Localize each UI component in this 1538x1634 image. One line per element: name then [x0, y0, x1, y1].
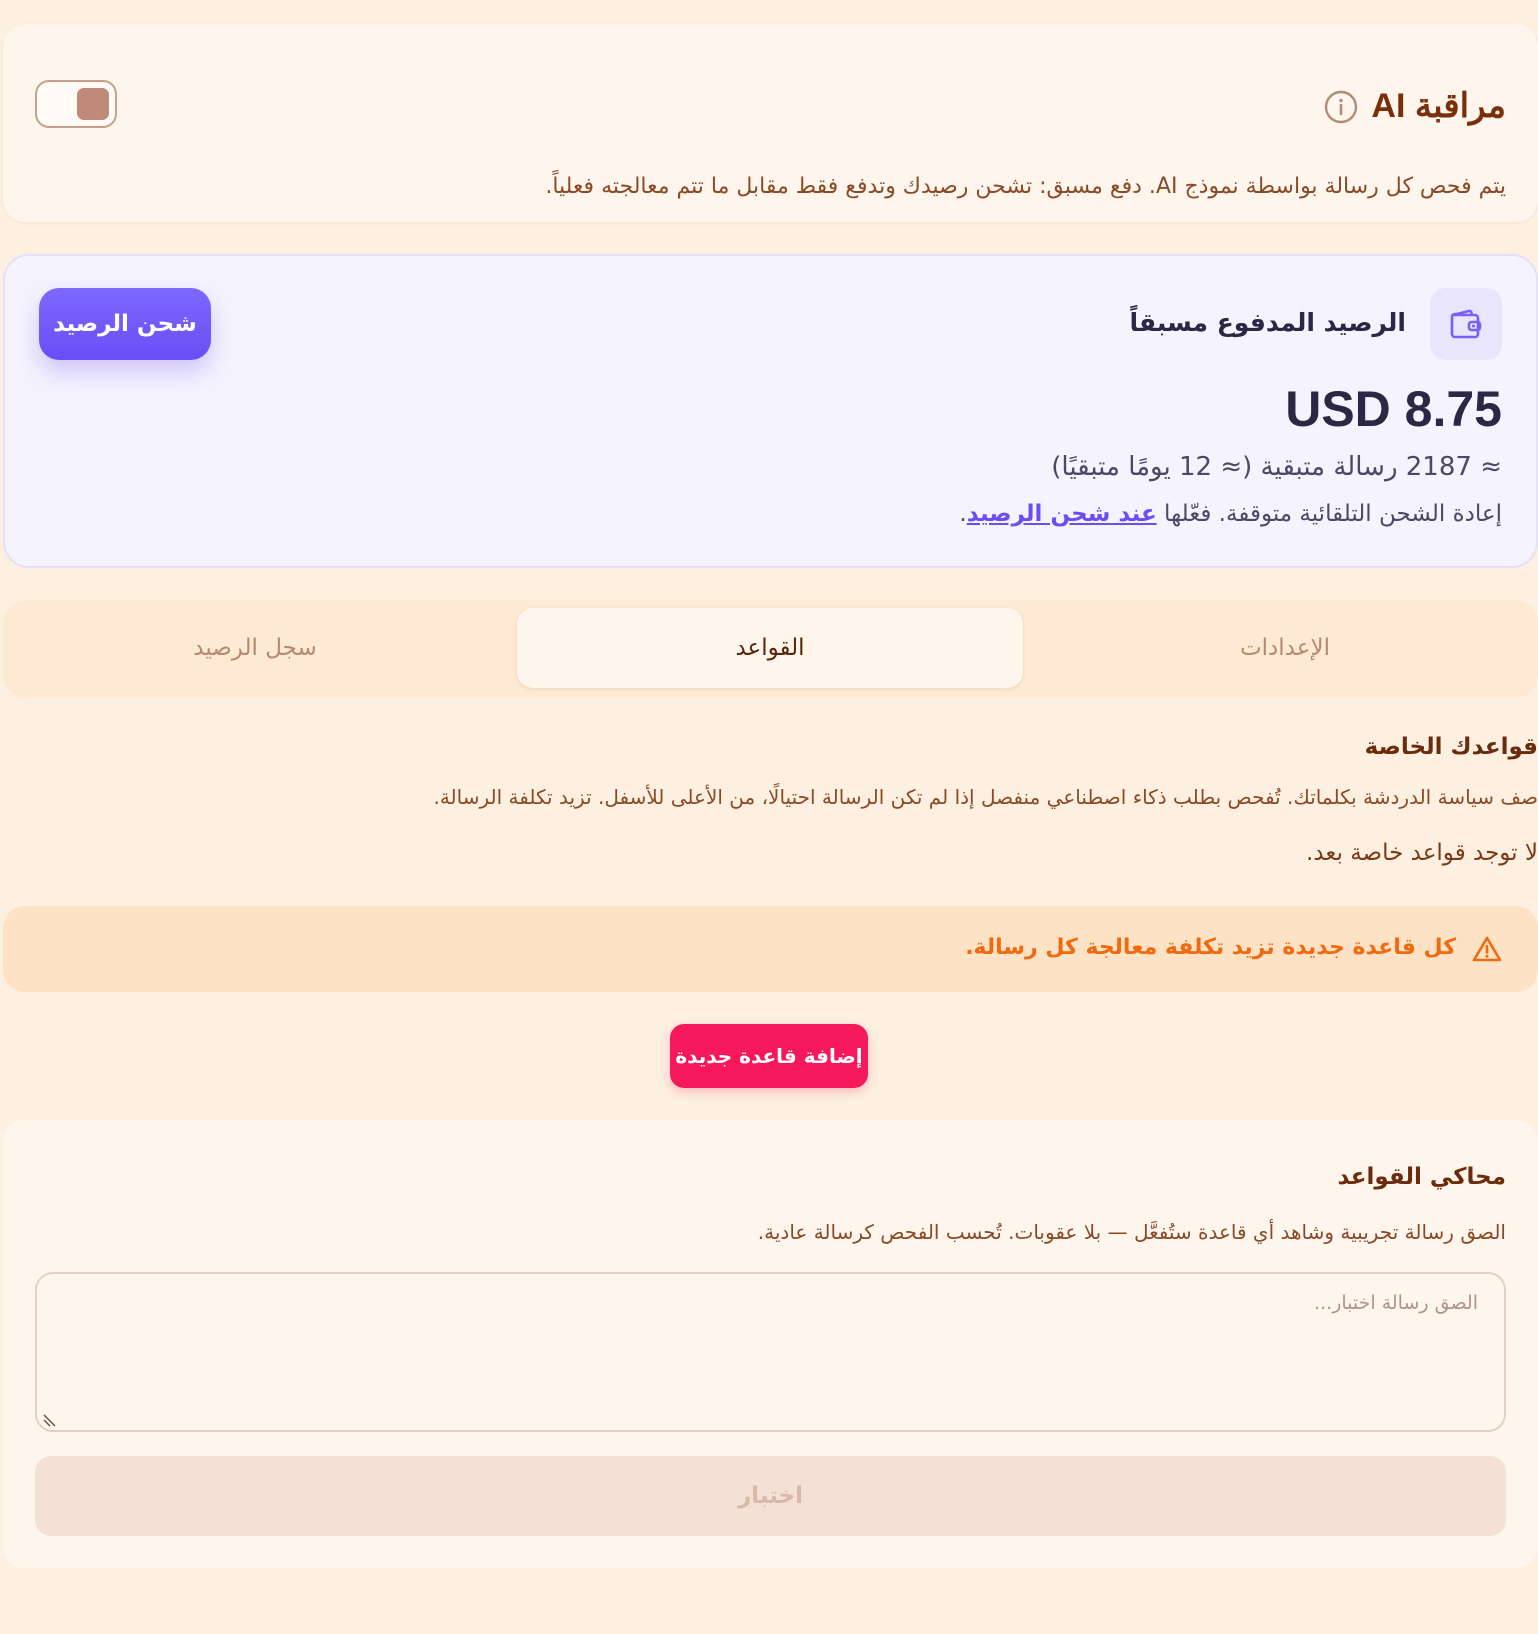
custom-rules-empty: لا توجد قواعد خاصة بعد. — [1306, 840, 1538, 866]
simulator-title: محاكي القواعد — [1337, 1164, 1506, 1190]
rules-simulator-card: محاكي القواعد الصق رسالة تجريبية وشاهد أ… — [3, 1120, 1538, 1568]
balance-remaining: ≈ 2187 رسالة متبقية (≈ 12 يومًا متبقيًا) — [1051, 452, 1502, 482]
ai-moderation-toggle[interactable] — [35, 80, 117, 128]
autotopup-text: إعادة الشحن التلقائية متوقفة. فعّلها — [1156, 501, 1502, 527]
toggle-knob — [77, 88, 109, 120]
page: مراقبة AI يتم فحص كل رسالة بواسطة نموذج … — [0, 0, 1538, 1634]
simulator-description: الصق رسالة تجريبية وشاهد أي قاعدة ستُفعَ… — [757, 1220, 1506, 1244]
wallet-icon — [1430, 288, 1502, 360]
tab-bar: الإعدادات القواعد سجل الرصيد — [3, 600, 1538, 698]
autotopup-link[interactable]: عند شحن الرصيد — [967, 501, 1157, 527]
ai-moderation-title: مراقبة AI — [1371, 87, 1506, 125]
rules-cost-warning: كل قاعدة جديدة تزيد تكلفة معالجة كل رسال… — [3, 906, 1538, 992]
resize-handle-icon[interactable] — [43, 1412, 57, 1427]
warning-icon — [1472, 935, 1502, 963]
custom-rules-description: صف سياسة الدردشة بكلماتك. تُفحص بطلب ذكا… — [433, 785, 1538, 809]
autotopup-status: إعادة الشحن التلقائية متوقفة. فعّلها عند… — [959, 501, 1502, 527]
test-button[interactable]: اختبار — [35, 1456, 1506, 1536]
balance-card: الرصيد المدفوع مسبقاً USD 8.75 ≈ 2187 رس… — [3, 254, 1538, 568]
add-rule-button[interactable]: إضافة قاعدة جديدة — [670, 1024, 868, 1088]
ai-moderation-card: مراقبة AI يتم فحص كل رسالة بواسطة نموذج … — [3, 24, 1538, 222]
balance-title: الرصيد المدفوع مسبقاً — [1129, 308, 1406, 337]
balance-amount: USD 8.75 — [1285, 381, 1502, 437]
simulator-message-input[interactable] — [35, 1272, 1506, 1432]
info-icon[interactable] — [1324, 90, 1358, 124]
tab-balance-history[interactable]: سجل الرصيد — [2, 608, 508, 688]
autotopup-end: . — [959, 501, 967, 527]
ai-moderation-description: يتم فحص كل رسالة بواسطة نموذج AI. دفع مس… — [545, 174, 1506, 199]
warning-text: كل قاعدة جديدة تزيد تكلفة معالجة كل رسال… — [965, 935, 1456, 960]
topup-button[interactable]: شحن الرصيد — [39, 288, 211, 360]
tab-rules[interactable]: القواعد — [517, 608, 1023, 688]
tab-settings[interactable]: الإعدادات — [1032, 608, 1538, 688]
custom-rules-title: قواعدك الخاصة — [1364, 734, 1538, 760]
